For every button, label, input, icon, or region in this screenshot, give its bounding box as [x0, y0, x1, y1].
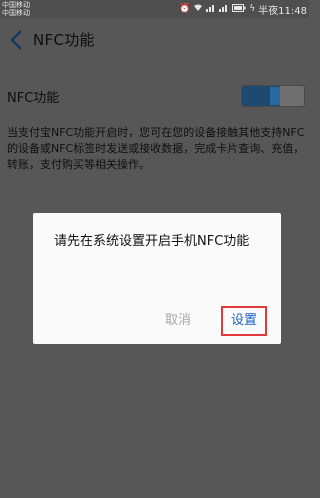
charging-icon: ϟ: [249, 4, 256, 14]
app-header: NFC功能: [0, 18, 309, 64]
carrier-label-2: 中国移动: [2, 9, 30, 17]
nfc-toggle[interactable]: [241, 85, 305, 107]
battery-icon: [232, 3, 246, 15]
signal-icon: [219, 3, 229, 15]
settings-button[interactable]: 设置: [221, 306, 267, 336]
back-arrow-icon[interactable]: [6, 28, 26, 52]
nfc-setting-row: NFC功能: [0, 78, 309, 114]
clock: 半夜11:48: [258, 5, 307, 17]
wifi-icon: [193, 3, 203, 15]
dialog-message: 请先在系统设置开启手机NFC功能: [54, 234, 250, 249]
nfc-prompt-dialog: 请先在系统设置开启手机NFC功能 取消 设置: [33, 213, 281, 344]
signal-icon: [206, 3, 216, 15]
status-bar: 中国移动 中国移动 ⏰ ϟ 半夜11:48: [0, 0, 309, 18]
toggle-knob: [270, 87, 280, 105]
nfc-setting-label: NFC功能: [7, 91, 60, 106]
alarm-icon: ⏰: [179, 4, 191, 14]
cancel-button[interactable]: 取消: [160, 310, 196, 332]
nfc-description: 当支付宝NFC功能开启时，您可在您的设备接触其他支持NFC的设备或NFC标签时发…: [7, 126, 305, 171]
status-icons: ⏰ ϟ 半夜11:48: [179, 2, 307, 17]
carrier-label-1: 中国移动: [2, 1, 30, 9]
page-title: NFC功能: [33, 31, 95, 49]
